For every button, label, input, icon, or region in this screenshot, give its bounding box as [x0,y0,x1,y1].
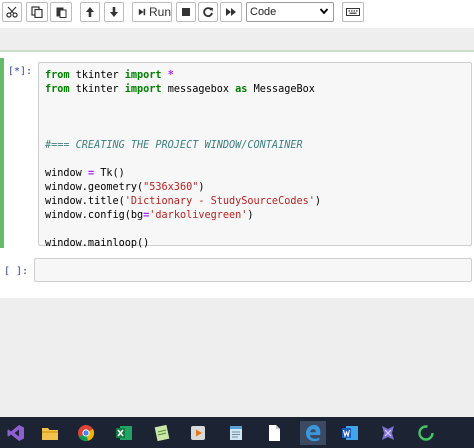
file-explorer-icon [42,428,58,440]
taskbar-loading[interactable] [414,421,438,445]
document-icon [269,425,280,441]
edge-icon [306,425,321,442]
notepad-plus-icon [154,424,170,442]
restart-run-all-button[interactable] [220,2,242,22]
code-line: window = Tk() [45,168,125,179]
taskbar-media-player[interactable] [186,421,210,445]
cell-prompt: [*]: [8,66,33,77]
taskbar-word[interactable] [338,421,362,445]
arrow-up-icon [86,7,94,17]
interrupt-button[interactable] [176,2,196,22]
move-down-button[interactable] [104,2,124,22]
notebook-container: [*]: from tkinter import * from tkinter … [0,50,474,298]
code-line: window.geometry("536x360") [45,182,205,193]
cell-prompt: [ ]: [4,266,29,277]
notebook-toolbar: Run Code [0,0,474,28]
taskbar-python-idle[interactable] [376,421,400,445]
windows-taskbar [0,417,474,448]
restart-icon [203,7,213,17]
paste-button[interactable] [50,2,72,22]
run-button[interactable]: Run [132,2,172,22]
cell-type-value: Code [250,6,277,18]
code-line: from tkinter import messagebox as Messag… [45,84,315,95]
code-editor-empty[interactable] [34,258,472,282]
code-editor[interactable]: from tkinter import * from tkinter impor… [38,62,472,249]
excel-icon [116,426,132,440]
loading-circle-icon [418,425,434,441]
python-idle-icon [382,426,394,440]
code-cell[interactable]: [*]: from tkinter import * from tkinter … [0,58,474,249]
cell-type-dropdown[interactable]: Code [246,2,334,22]
cut-button[interactable] [2,2,22,22]
taskbar-document[interactable] [262,421,286,445]
notepad-icon [230,426,242,440]
taskbar-edge[interactable] [300,421,326,445]
media-player-icon [191,426,205,440]
code-line: window.mainloop() [45,238,150,249]
stop-icon [182,8,190,16]
toolbar-separator [0,28,474,50]
taskbar-file-explorer[interactable] [38,421,62,445]
copy-icon [31,6,43,18]
copy-button[interactable] [26,2,48,22]
visual-studio-icon [7,425,24,441]
taskbar-visual-studio[interactable] [4,421,28,445]
step-forward-icon [138,8,146,16]
move-up-button[interactable] [80,2,100,22]
chrome-icon [78,425,95,442]
code-line: from tkinter import * [45,70,174,81]
chevron-down-icon [319,8,329,15]
restart-button[interactable] [198,2,218,22]
taskbar-notepad[interactable] [224,421,248,445]
code-line: window.config(bg='darkolivegreen') [45,210,254,221]
paste-icon [56,7,67,18]
code-line: window.title('Dictionary - StudySourceCo… [45,196,322,207]
scissors-icon [6,6,18,18]
code-cell[interactable]: [ ]: [0,256,474,288]
taskbar-notepad-plus[interactable] [150,421,174,445]
taskbar-excel[interactable] [112,421,136,445]
command-palette-button[interactable] [342,2,364,22]
word-icon [342,426,358,440]
keyboard-icon [346,8,360,16]
code-line: #=== CREATING THE PROJECT WINDOW/CONTAIN… [45,140,303,151]
taskbar-chrome[interactable] [74,421,98,445]
arrow-down-icon [110,7,118,17]
run-label: Run [148,5,171,19]
fast-forward-icon [226,8,236,16]
